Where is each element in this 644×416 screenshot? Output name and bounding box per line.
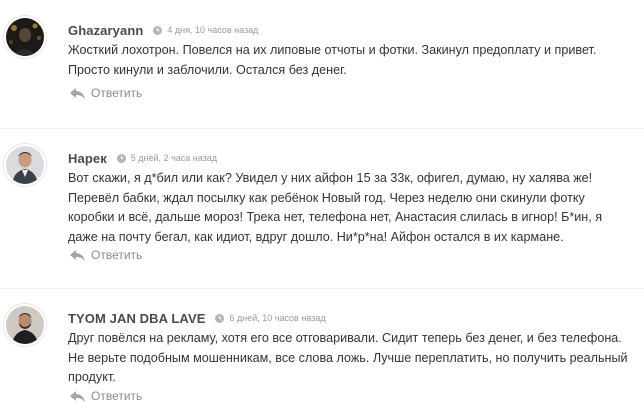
clock-icon [116, 153, 126, 163]
comment-meta: TYOM JAN DBA LAVE 6 дней, 10 часов назад [68, 310, 326, 326]
comment-author[interactable]: Ghazaryann [68, 23, 143, 38]
reply-button[interactable]: Ответить [70, 248, 142, 262]
comments-list: Ghazaryann 4 дня, 10 часов назад Жосткий… [0, 0, 644, 416]
reply-label: Ответить [91, 389, 143, 403]
reply-icon [70, 249, 85, 261]
reply-label: Ответить [91, 248, 143, 262]
divider [0, 288, 644, 289]
comment-time: 4 дня, 10 часов назад [167, 25, 259, 35]
comment-time: 6 дней, 10 часов назад [229, 313, 326, 323]
comment-text: Друг повёлся на рекламу, хотя его все от… [68, 331, 628, 384]
reply-button[interactable]: Ответить [70, 389, 142, 403]
reply-icon [70, 87, 85, 99]
avatar-photo-icon [6, 146, 44, 184]
avatar[interactable] [4, 144, 46, 186]
comment-author[interactable]: Нарек [68, 151, 107, 166]
comment-text: Вот скажи, я д*бил или как? Увидел у них… [68, 171, 603, 244]
comment-author[interactable]: TYOM JAN DBA LAVE [68, 311, 205, 326]
clock-icon [153, 25, 163, 35]
reply-label: Ответить [91, 86, 143, 100]
avatar-photo-icon [6, 18, 44, 56]
comment-text: Жосткий лохотрон. Повелся на их липовые … [68, 43, 597, 77]
avatar[interactable] [4, 304, 46, 346]
comment-time: 5 дней, 2 часа назад [130, 153, 218, 163]
avatar-photo-icon [6, 306, 44, 344]
divider [0, 128, 644, 129]
comment-meta: Ghazaryann 4 дня, 10 часов назад [68, 22, 258, 38]
reply-icon [70, 390, 85, 402]
reply-button[interactable]: Ответить [70, 86, 142, 100]
avatar[interactable] [4, 16, 46, 58]
clock-icon [215, 313, 225, 323]
comment-meta: Нарек 5 дней, 2 часа назад [68, 150, 217, 166]
